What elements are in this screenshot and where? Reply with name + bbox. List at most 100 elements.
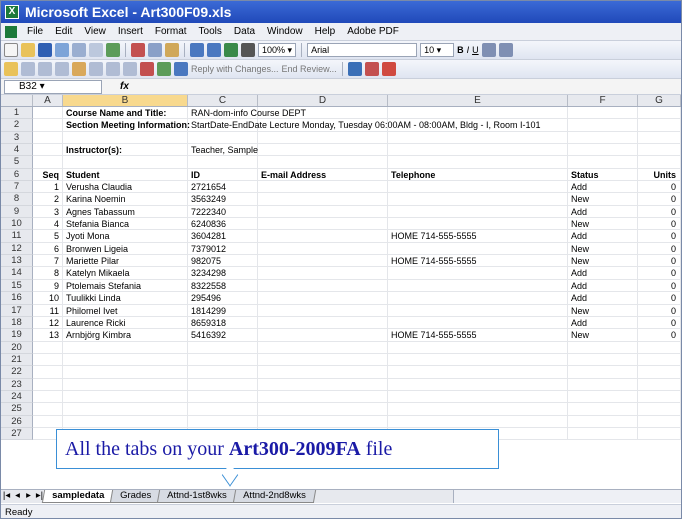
cell-b[interactable]: Student bbox=[63, 168, 188, 182]
row-header[interactable]: 11 bbox=[1, 230, 33, 243]
cell-b[interactable] bbox=[63, 378, 188, 391]
cell-b[interactable]: Agnes Tabassum bbox=[63, 205, 188, 219]
cell-b[interactable] bbox=[63, 403, 188, 416]
cell-g[interactable] bbox=[638, 378, 681, 391]
cell-f[interactable] bbox=[568, 415, 638, 428]
column-header-g[interactable]: G bbox=[638, 95, 681, 106]
row-header[interactable]: 3 bbox=[1, 131, 33, 145]
cell-f[interactable]: New bbox=[568, 329, 638, 342]
cell-c[interactable] bbox=[188, 131, 258, 145]
cell-b[interactable]: Ptolemais Stefania bbox=[63, 279, 188, 293]
cell-c[interactable]: Teacher, Sample bbox=[188, 144, 258, 157]
cell-d[interactable] bbox=[258, 230, 388, 243]
cell-f[interactable]: Add bbox=[568, 267, 638, 280]
fx-icon[interactable]: fx bbox=[120, 81, 129, 92]
cell-g[interactable] bbox=[638, 119, 681, 132]
folder-icon[interactable] bbox=[4, 62, 18, 76]
cell-d[interactable]: E-mail Address bbox=[258, 168, 388, 182]
cell-b[interactable]: Stefania Bianca bbox=[63, 218, 188, 231]
cell-d[interactable] bbox=[258, 378, 388, 391]
cell-g[interactable]: 0 bbox=[638, 292, 681, 305]
end-review-button[interactable]: End Review... bbox=[282, 64, 337, 74]
row-header[interactable]: 26 bbox=[1, 415, 33, 428]
cell-g[interactable] bbox=[638, 415, 681, 428]
pdf-mail-icon[interactable] bbox=[364, 62, 379, 76]
review-icon[interactable] bbox=[55, 62, 69, 76]
cell-f[interactable] bbox=[568, 156, 638, 169]
row-header[interactable]: 14 bbox=[1, 267, 33, 280]
cell-d[interactable] bbox=[258, 242, 388, 256]
cell-c[interactable] bbox=[188, 156, 258, 169]
cell-a[interactable] bbox=[33, 341, 63, 354]
comment-icon[interactable] bbox=[72, 62, 86, 76]
cell-a[interactable] bbox=[33, 107, 63, 120]
cell-e[interactable] bbox=[388, 181, 568, 194]
italic-button[interactable]: I bbox=[467, 45, 470, 55]
cell-g[interactable]: 0 bbox=[638, 230, 681, 243]
cell-c[interactable]: 3234298 bbox=[188, 267, 258, 280]
row-header[interactable]: 15 bbox=[1, 279, 33, 293]
cell-f[interactable] bbox=[568, 341, 638, 354]
cell-a[interactable]: 1 bbox=[33, 181, 63, 194]
cell-a[interactable] bbox=[33, 131, 63, 145]
cell-d[interactable] bbox=[258, 279, 388, 293]
workbook-icon[interactable] bbox=[5, 25, 17, 38]
column-header-f[interactable]: F bbox=[568, 95, 638, 106]
cell-b[interactable]: Section Meeting Information: bbox=[63, 119, 190, 132]
cell-b[interactable]: Course Name and Title: bbox=[63, 107, 188, 120]
cell-a[interactable] bbox=[33, 415, 63, 428]
cell-b[interactable] bbox=[63, 131, 188, 145]
undo-icon[interactable] bbox=[190, 43, 204, 57]
menu-tools[interactable]: Tools bbox=[193, 26, 228, 37]
cell-c[interactable]: RAN-dom-info Course DEPT bbox=[188, 107, 306, 120]
autosum-icon[interactable] bbox=[241, 43, 255, 57]
cell-a[interactable]: 9 bbox=[33, 279, 63, 293]
cell-b[interactable]: Karina Noemin bbox=[63, 193, 188, 206]
cell-a[interactable] bbox=[33, 366, 63, 379]
cell-a[interactable]: 4 bbox=[33, 218, 63, 231]
cell-c[interactable]: 8659318 bbox=[188, 316, 258, 330]
cell-c[interactable]: 982075 bbox=[188, 255, 258, 268]
cell-a[interactable] bbox=[33, 119, 63, 132]
cell-d[interactable] bbox=[258, 218, 388, 231]
save-icon[interactable] bbox=[38, 43, 52, 57]
cell-g[interactable]: 0 bbox=[638, 267, 681, 280]
hyperlink-icon[interactable] bbox=[224, 43, 238, 57]
cut-icon[interactable] bbox=[131, 43, 145, 57]
menu-file[interactable]: File bbox=[21, 26, 49, 37]
cell-e[interactable] bbox=[388, 292, 568, 305]
first-sheet-arrow-icon[interactable]: |◂ bbox=[1, 490, 12, 501]
cell-a[interactable]: 5 bbox=[33, 230, 63, 243]
cell-d[interactable] bbox=[258, 107, 388, 120]
cell-d[interactable] bbox=[258, 181, 388, 194]
cell-d[interactable] bbox=[258, 255, 388, 268]
cell-e[interactable]: HOME 714-555-5555 bbox=[388, 230, 568, 243]
cell-e[interactable] bbox=[388, 131, 568, 145]
font-size-select[interactable]: 10 ▾ bbox=[420, 43, 455, 57]
cell-c[interactable]: ID bbox=[188, 168, 258, 182]
cell-a[interactable]: Seq bbox=[33, 168, 63, 182]
cell-f[interactable]: Status bbox=[568, 168, 638, 182]
pdf-icon[interactable] bbox=[347, 62, 362, 76]
cell-e[interactable] bbox=[388, 267, 568, 280]
cell-g[interactable]: 0 bbox=[638, 316, 681, 330]
sheet-tab-sampledata[interactable]: sampledata bbox=[41, 490, 115, 503]
cell-b[interactable] bbox=[63, 341, 188, 354]
send-icon[interactable] bbox=[157, 62, 171, 76]
mail-icon[interactable] bbox=[174, 62, 188, 76]
cell-c[interactable]: 5416392 bbox=[188, 329, 258, 342]
cell-g[interactable] bbox=[638, 131, 681, 145]
copy-icon[interactable] bbox=[148, 43, 162, 57]
cell-g[interactable]: 0 bbox=[638, 181, 681, 194]
cell-b[interactable]: Jyoti Mona bbox=[63, 230, 188, 243]
cell-e[interactable] bbox=[388, 156, 568, 169]
cell-b[interactable] bbox=[63, 353, 188, 367]
row-header[interactable]: 19 bbox=[1, 329, 33, 342]
cell-d[interactable] bbox=[258, 119, 388, 132]
menu-data[interactable]: Data bbox=[228, 26, 261, 37]
cell-f[interactable] bbox=[568, 131, 638, 145]
cell-f[interactable]: New bbox=[568, 218, 638, 231]
cell-f[interactable]: New bbox=[568, 255, 638, 268]
cell-d[interactable] bbox=[258, 205, 388, 219]
cell-b[interactable]: Bronwen Ligeia bbox=[63, 242, 188, 256]
